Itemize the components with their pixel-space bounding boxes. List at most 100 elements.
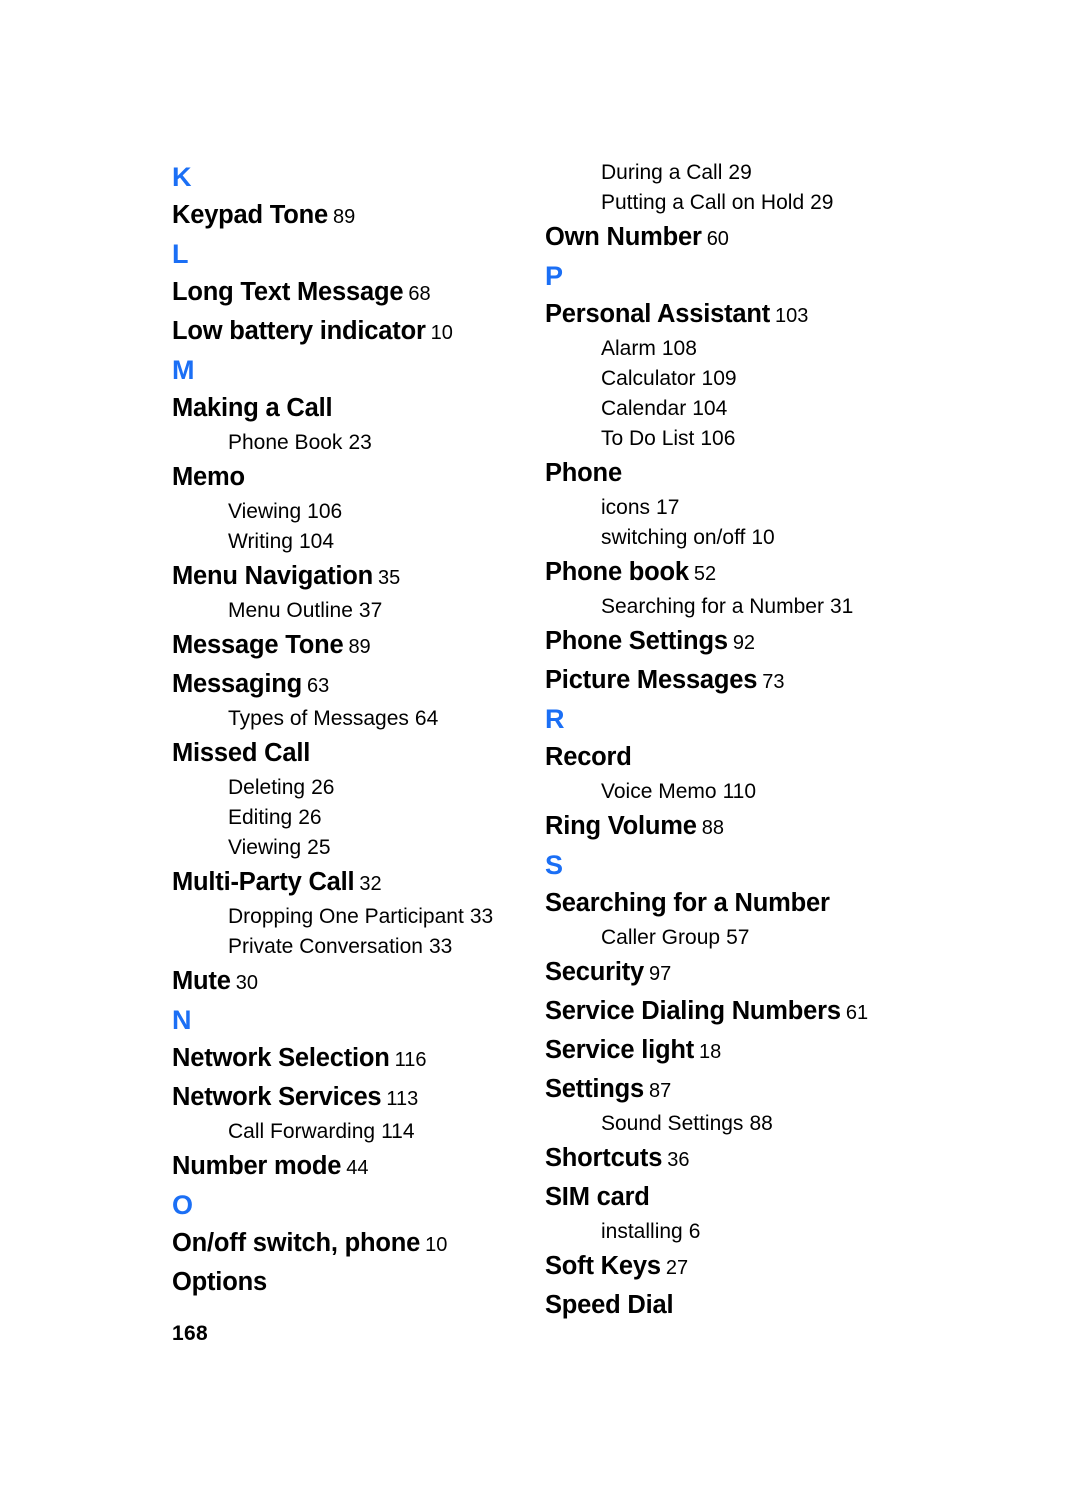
letter-heading-s: S bbox=[545, 850, 564, 880]
index-subentry: Editing 26 bbox=[228, 803, 522, 833]
index-subentry-title: Deleting bbox=[228, 776, 306, 799]
index-entry-page: 35 bbox=[378, 567, 401, 589]
index-subentry-page: 109 bbox=[701, 367, 737, 390]
index-entry-page: 89 bbox=[333, 206, 356, 228]
index-subentry-title: Sound Settings bbox=[601, 1112, 744, 1135]
index-entry: Record bbox=[545, 738, 925, 777]
index-subentry-title: Searching for a Number bbox=[601, 595, 824, 618]
index-entry: Phone book 52 bbox=[545, 553, 925, 592]
index-entry-page: 103 bbox=[775, 305, 809, 327]
index-entry-page: 10 bbox=[430, 322, 453, 344]
index-entry-title: Ring Volume bbox=[545, 812, 697, 840]
index-entry: On/off switch, phone 10 bbox=[172, 1224, 522, 1263]
index-entry-title: Memo bbox=[172, 463, 245, 491]
index-entry-page: 73 bbox=[762, 671, 785, 693]
letter-heading-m: M bbox=[172, 355, 195, 385]
index-entry-title: Message Tone bbox=[172, 631, 344, 659]
index-entry: Speed Dial bbox=[545, 1286, 925, 1325]
index-subentry: Viewing 25 bbox=[228, 833, 522, 863]
index-entry: Options bbox=[172, 1263, 522, 1302]
index-entry: Memo bbox=[172, 458, 522, 497]
index-entry-title: Phone book bbox=[545, 558, 689, 586]
index-subentry-page: 88 bbox=[749, 1112, 773, 1135]
index-entry-page: 61 bbox=[845, 1002, 869, 1024]
index-entry-title: Mute bbox=[172, 967, 231, 995]
index-subentry-page: 6 bbox=[688, 1220, 701, 1243]
index-entry-title: Number mode bbox=[172, 1152, 342, 1180]
index-subentry: Calculator 109 bbox=[601, 364, 925, 394]
index-subentry-page: 33 bbox=[469, 905, 494, 928]
index-subentry-title: Viewing bbox=[228, 500, 302, 523]
index-entry: Multi-Party Call 32 bbox=[172, 863, 522, 902]
index-entry-page: 27 bbox=[665, 1257, 689, 1279]
index-subentry-page: 17 bbox=[656, 496, 680, 519]
index-entry-page: 68 bbox=[408, 283, 431, 305]
index-subentry-title: Putting a Call on Hold bbox=[601, 191, 805, 214]
index-subentry-title: Writing bbox=[228, 530, 293, 553]
index-entry-page: 60 bbox=[706, 228, 729, 250]
index-subentry: installing 6 bbox=[601, 1217, 925, 1247]
index-subentry-page: 29 bbox=[728, 161, 752, 184]
index-entry-title: Record bbox=[545, 743, 632, 771]
index-column-right: During a Call 29 Putting a Call on Hold 29 O… bbox=[545, 158, 925, 1325]
index-subentry: Deleting 26 bbox=[228, 773, 522, 803]
page-number: 168 bbox=[172, 1322, 208, 1345]
index-columns: K Keypad Tone 89 L Long Text Message 68 Low ba… bbox=[0, 158, 1080, 1325]
index-entry-title: Service Dialing Numbers bbox=[545, 997, 841, 1025]
index-entry-page: 113 bbox=[386, 1088, 419, 1110]
index-entry-title: Network Services bbox=[172, 1083, 382, 1111]
index-entry-page: 87 bbox=[649, 1080, 672, 1102]
index-subentry: Putting a Call on Hold 29 bbox=[601, 188, 925, 218]
index-entry-page: 97 bbox=[649, 963, 672, 985]
index-subentry-title: Calendar bbox=[601, 397, 687, 420]
index-subentry: Voice Memo 110 bbox=[601, 777, 925, 807]
index-subentry: Call Forwarding 114 bbox=[228, 1117, 522, 1147]
index-subentry-title: Types of Messages bbox=[228, 707, 409, 730]
index-entry-page: 30 bbox=[235, 972, 258, 994]
index-entry: Phone bbox=[545, 454, 925, 493]
index-entry-page: 32 bbox=[359, 873, 382, 895]
index-entry: Service Dialing Numbers 61 bbox=[545, 992, 925, 1031]
index-subentry-title: Calculator bbox=[601, 367, 696, 390]
index-entry-page: 116 bbox=[394, 1049, 427, 1071]
index-entry: Phone Settings 92 bbox=[545, 622, 925, 661]
index-subentry-page: 57 bbox=[726, 926, 750, 949]
index-subentry-page: 114 bbox=[381, 1120, 415, 1143]
index-subentry-page: 29 bbox=[810, 191, 834, 214]
index-entry-title: Picture Messages bbox=[545, 666, 758, 694]
index-subentry: Dropping One Participant 33 bbox=[228, 902, 522, 932]
index-entry: Security 97 bbox=[545, 953, 925, 992]
index-subentry-page: 106 bbox=[700, 427, 736, 450]
index-entry: Message Tone 89 bbox=[172, 626, 522, 665]
index-subentry-page: 10 bbox=[751, 526, 775, 549]
index-entry-title: Messaging bbox=[172, 670, 302, 698]
index-entry-title: Network Selection bbox=[172, 1044, 390, 1072]
index-subentry: Types of Messages 64 bbox=[228, 704, 522, 734]
index-subentry: During a Call 29 bbox=[601, 158, 925, 188]
index-entry-title: Own Number bbox=[545, 223, 702, 251]
index-subentry-page: 64 bbox=[414, 707, 439, 730]
index-subentry: Sound Settings 88 bbox=[601, 1109, 925, 1139]
index-subentry-title: Voice Memo bbox=[601, 780, 717, 803]
letter-heading-p: P bbox=[545, 261, 564, 291]
index-entry-title: Keypad Tone bbox=[172, 201, 329, 229]
index-entry-title: Shortcuts bbox=[545, 1144, 663, 1172]
index-entry-title: Multi-Party Call bbox=[172, 868, 355, 896]
index-subentry: Caller Group 57 bbox=[601, 923, 925, 953]
index-entry: Shortcuts 36 bbox=[545, 1139, 925, 1178]
letter-heading-r: R bbox=[545, 704, 565, 734]
index-entry-page: 10 bbox=[425, 1234, 448, 1256]
index-subentry-page: 108 bbox=[661, 337, 697, 360]
index-entry-page: 36 bbox=[667, 1149, 690, 1171]
index-page: K Keypad Tone 89 L Long Text Message 68 Low ba… bbox=[0, 0, 1080, 1492]
index-subentry: Searching for a Number 31 bbox=[601, 592, 925, 622]
index-entry-title: Long Text Message bbox=[172, 278, 404, 306]
index-subentry-title: During a Call bbox=[601, 161, 723, 184]
letter-heading-k: K bbox=[172, 162, 192, 192]
index-entry: Ring Volume 88 bbox=[545, 807, 925, 846]
index-subentry-title: Call Forwarding bbox=[228, 1120, 376, 1143]
index-subentry-title: Alarm bbox=[601, 337, 656, 360]
index-subentry-title: To Do List bbox=[601, 427, 695, 450]
index-entry-title: Menu Navigation bbox=[172, 562, 374, 590]
index-column-left: K Keypad Tone 89 L Long Text Message 68 Low ba… bbox=[172, 158, 522, 1302]
